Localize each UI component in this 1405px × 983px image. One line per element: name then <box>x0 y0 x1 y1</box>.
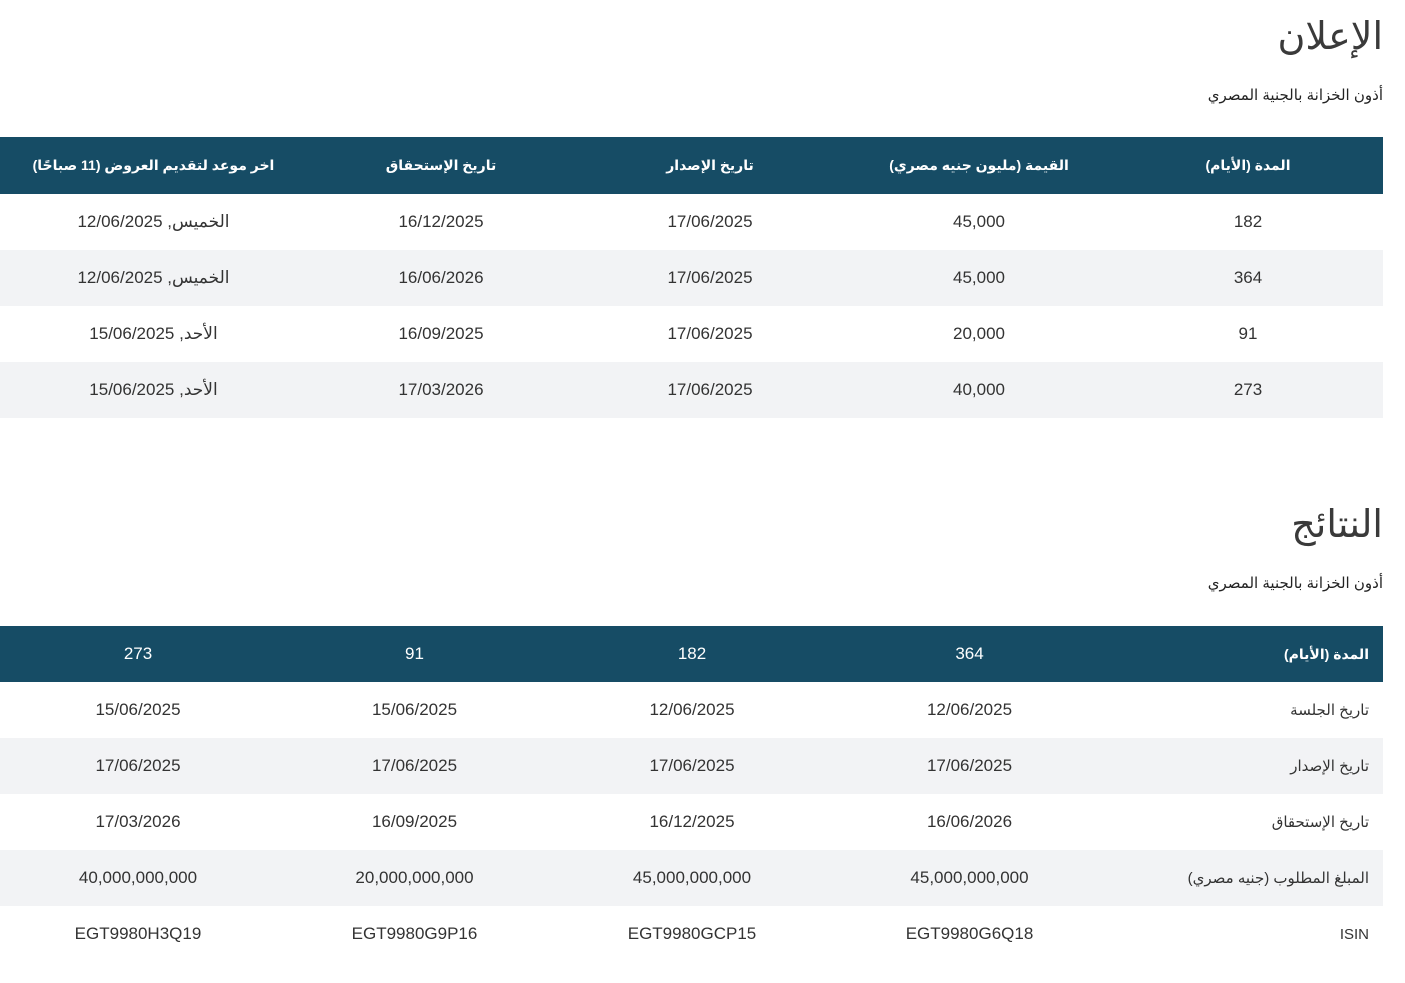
table-row: 182 45,000 17/06/2025 16/12/2025 الخميس,… <box>0 194 1383 250</box>
table-row-issue-date: تاريخ الإصدار 17/06/2025 17/06/2025 17/0… <box>0 738 1383 794</box>
cell-issue-date: 17/06/2025 <box>667 324 753 343</box>
cell-amount: 45,000 <box>953 268 1005 287</box>
results-table-body: تاريخ الجلسة 12/06/2025 12/06/2025 15/06… <box>0 682 1383 962</box>
announcement-subtitle: أذون الخزانة بالجنية المصري <box>1207 87 1383 104</box>
header-tenor-label: المدة (الأيام) <box>1283 645 1369 662</box>
cell-value: 15/06/2025 <box>95 700 181 719</box>
results-table-header: المدة (الأيام) 364 182 91 273 <box>0 626 1383 682</box>
cell-value: 45,000,000,000 <box>910 868 1029 887</box>
row-label: تاريخ الإستحقاق <box>1271 814 1369 831</box>
cell-value: 16/09/2025 <box>371 812 458 831</box>
cell-value: 20,000,000,000 <box>355 868 474 887</box>
cell-value: 17/06/2025 <box>649 756 735 775</box>
table-row: 273 40,000 17/06/2025 17/03/2026 الأحد, … <box>0 362 1383 418</box>
cell-value: 17/06/2025 <box>371 756 458 775</box>
cell-value: 16/06/2026 <box>926 812 1013 831</box>
header-tenor-91: 91 <box>405 644 424 663</box>
row-label: المبلغ المطلوب (جنيه مصري) <box>1187 870 1369 887</box>
table-row-session-date: تاريخ الجلسة 12/06/2025 12/06/2025 15/06… <box>0 682 1383 738</box>
cell-amount: 40,000 <box>953 380 1005 399</box>
table-row: 91 20,000 17/06/2025 16/09/2025 الأحد, 1… <box>0 306 1383 362</box>
cell-value: 17/06/2025 <box>926 756 1013 775</box>
cell-value: 40,000,000,000 <box>78 868 198 887</box>
cell-deadline: الأحد, 15/06/2025 <box>89 380 218 399</box>
header-deadline: اخر موعد لتقديم العروض (11 صباحًا) <box>32 157 275 173</box>
cell-deadline: الخميس, 12/06/2025 <box>77 212 230 231</box>
cell-tenor: 91 <box>1238 324 1258 343</box>
results-subtitle: أذون الخزانة بالجنية المصري <box>1207 575 1383 592</box>
header-row: المدة (الأيام) 364 182 91 273 <box>0 626 1383 682</box>
table-row: 364 45,000 17/06/2025 16/06/2026 الخميس,… <box>0 250 1383 306</box>
header-tenor: المدة (الأيام) <box>1205 157 1291 173</box>
announcement-title: الإعلان <box>1277 14 1383 58</box>
announcement-table: المدة (الأيام) القيمة (مليون جنيه مصري) … <box>0 137 1383 418</box>
cell-value: 17/03/2026 <box>95 812 181 831</box>
header-tenor-273: 273 <box>123 644 153 663</box>
cell-value: EGT9980G9P16 <box>351 924 478 943</box>
cell-maturity-date: 16/12/2025 <box>398 212 484 231</box>
cell-value: 45,000,000,000 <box>632 868 752 887</box>
cell-value: 12/06/2025 <box>926 700 1013 719</box>
cell-tenor: 182 <box>1233 212 1263 231</box>
row-label: تاريخ الإصدار <box>1290 758 1369 775</box>
cell-issue-date: 17/06/2025 <box>667 212 753 231</box>
table-row-required-amount: المبلغ المطلوب (جنيه مصري) 45,000,000,00… <box>0 850 1383 906</box>
cell-value: EGT9980GCP15 <box>627 924 757 943</box>
results-title: النتائج <box>1291 502 1383 546</box>
cell-value: 15/06/2025 <box>371 700 458 719</box>
announcement-table-header: المدة (الأيام) القيمة (مليون جنيه مصري) … <box>0 137 1383 194</box>
cell-value: 16/12/2025 <box>649 812 735 831</box>
header-issue-date: تاريخ الإصدار <box>666 157 754 173</box>
cell-value: EGT9980G6Q18 <box>905 924 1034 943</box>
cell-maturity-date: 16/06/2026 <box>398 268 484 287</box>
table-row-isin: ISIN EGT9980G6Q18 EGT9980GCP15 EGT9980G9… <box>0 906 1383 962</box>
cell-maturity-date: 17/03/2026 <box>398 380 484 399</box>
results-table: المدة (الأيام) 364 182 91 273 تاريخ الجل… <box>0 626 1383 962</box>
cell-tenor: 273 <box>1233 380 1263 399</box>
cell-tenor: 364 <box>1233 268 1263 287</box>
header-maturity-date: تاريخ الإستحقاق <box>385 157 497 173</box>
cell-amount: 45,000 <box>953 212 1005 231</box>
cell-amount: 20,000 <box>953 324 1005 343</box>
cell-issue-date: 17/06/2025 <box>667 380 753 399</box>
cell-maturity-date: 16/09/2025 <box>398 324 484 343</box>
header-row: المدة (الأيام) القيمة (مليون جنيه مصري) … <box>0 137 1383 194</box>
cell-deadline: الخميس, 12/06/2025 <box>77 268 230 287</box>
cell-value: 12/06/2025 <box>649 700 735 719</box>
row-label: تاريخ الجلسة <box>1290 702 1369 719</box>
cell-issue-date: 17/06/2025 <box>667 268 753 287</box>
cell-value: 17/06/2025 <box>95 756 181 775</box>
header-amount: القيمة (مليون جنيه مصري) <box>889 157 1069 173</box>
row-label: ISIN <box>1339 925 1369 943</box>
announcement-table-body: 182 45,000 17/06/2025 16/12/2025 الخميس,… <box>0 194 1383 418</box>
header-tenor-364: 364 <box>955 644 984 663</box>
cell-value: EGT9980H3Q19 <box>74 924 202 943</box>
table-row-maturity-date: تاريخ الإستحقاق 16/06/2026 16/12/2025 16… <box>0 794 1383 850</box>
cell-deadline: الأحد, 15/06/2025 <box>89 324 218 343</box>
header-tenor-182: 182 <box>677 644 707 663</box>
